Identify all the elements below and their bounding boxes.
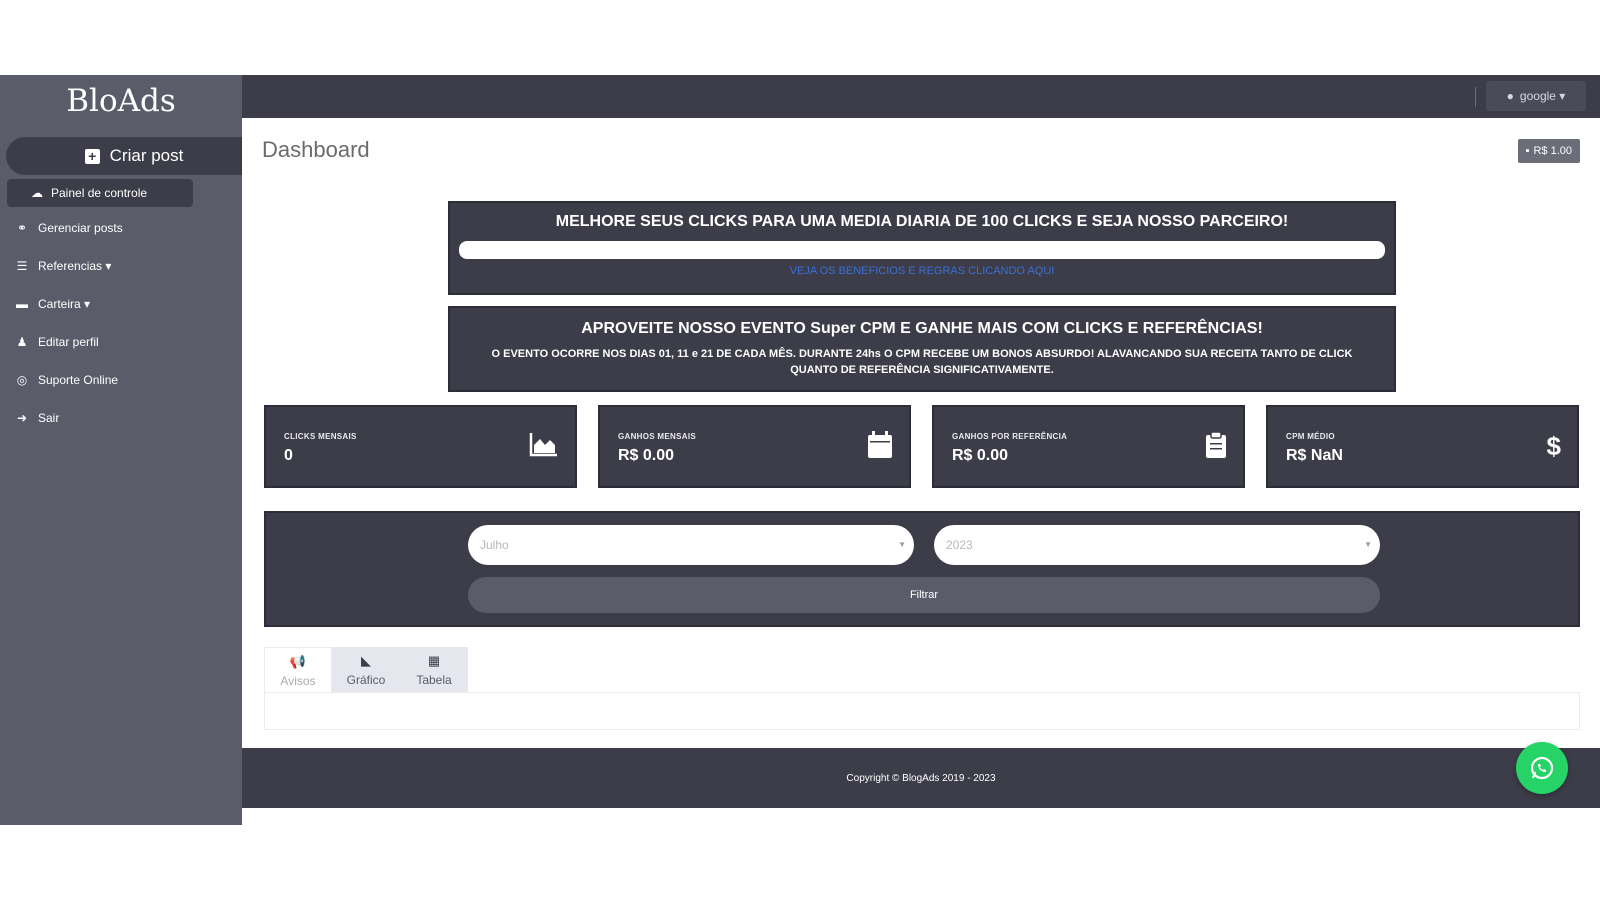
tab-content-panel xyxy=(264,692,1580,730)
plus-icon: + xyxy=(84,148,100,164)
create-post-button[interactable]: + Criar post xyxy=(6,137,242,175)
topbar-divider xyxy=(1475,87,1476,107)
sidebar-item-support[interactable]: ◎ Suporte Online xyxy=(14,368,118,392)
sidebar-item-wallet[interactable]: ▬ Carteira ▾ xyxy=(14,292,90,316)
event-banner-title: APROVEITE NOSSO EVENTO Super CPM E GANHE… xyxy=(581,320,1263,337)
sidebar-item-manage-posts[interactable]: ⚭ Gerenciar posts xyxy=(14,216,123,240)
balance-badge[interactable]: ▪ R$ 1.00 xyxy=(1517,139,1580,163)
balance-value: R$ 1.00 xyxy=(1533,145,1572,157)
page-title: Dashboard xyxy=(262,137,370,162)
tab-label: Tabela xyxy=(416,673,452,687)
footer: Copyright © BlogAds 2019 - 2023 xyxy=(242,748,1600,808)
partner-banner: MELHORE SEUS CLICKS PARA UMA MEDIA DIARI… xyxy=(448,201,1396,295)
chevron-down-icon: ▼ xyxy=(1364,540,1372,549)
month-select[interactable]: Julho ▼ xyxy=(468,525,914,565)
user-circle-icon: ● xyxy=(1506,89,1514,103)
chart-icon: ◣ xyxy=(361,653,371,668)
dollar-icon: $ xyxy=(1546,431,1561,461)
table-icon: ▦ xyxy=(427,653,441,668)
clipboard-icon xyxy=(1205,431,1227,466)
sidebar-item-label: Gerenciar posts xyxy=(38,221,123,235)
stat-card-monthly-earnings: GANHOS MENSAIS R$ 0.00 xyxy=(598,405,911,488)
users-icon: ☰ xyxy=(16,259,28,273)
sidebar-item-label: Carteira ▾ xyxy=(38,297,91,311)
wallet-icon: ▬ xyxy=(16,297,28,311)
tab-table[interactable]: ▦ Tabela xyxy=(400,647,468,693)
calendar-icon xyxy=(867,431,893,466)
event-banner: APROVEITE NOSSO EVENTO Super CPM E GANHE… xyxy=(448,306,1396,392)
sidebar-item-label: Sair xyxy=(38,411,60,425)
app-frame: BloAds + Criar post ☁ Painel de controle… xyxy=(0,75,1600,825)
user-menu-button[interactable]: ● google ▾ xyxy=(1486,81,1586,111)
stat-card-value: R$ 0.00 xyxy=(952,447,1009,464)
sidebar-item-label: Suporte Online xyxy=(38,373,119,387)
sidebar-item-referrals[interactable]: ☰ Referencias ▾ xyxy=(14,254,112,278)
stat-card-referral-earnings: GANHOS POR REFERÊNCIA R$ 0.00 xyxy=(932,405,1245,488)
megaphone-icon: 📢 xyxy=(289,653,307,669)
month-select-value: Julho xyxy=(480,538,509,552)
sidebar: BloAds + Criar post ☁ Painel de controle… xyxy=(0,75,242,825)
year-select[interactable]: 2023 ▼ xyxy=(934,525,1380,565)
user-menu-label: google ▾ xyxy=(1519,89,1566,103)
dashboard-tabs: 📢 Avisos ◣ Gráfico ▦ Tabela xyxy=(264,647,468,693)
stat-card-value: R$ NaN xyxy=(1286,447,1343,464)
benefits-link[interactable]: VEJA OS BENEFICIOS E REGRAS CLICANDO AQU… xyxy=(450,265,1394,277)
sidebar-item-logout[interactable]: ➜ Sair xyxy=(14,406,59,430)
sidebar-item-label: Painel de controle xyxy=(51,186,148,200)
tab-notices[interactable]: 📢 Avisos xyxy=(264,647,332,693)
stat-card-value: 0 xyxy=(284,447,293,464)
wallet-icon: ▪ xyxy=(1525,145,1530,157)
logout-icon: ➜ xyxy=(16,411,28,425)
create-post-label: Criar post xyxy=(109,146,184,165)
stat-card-label: GANHOS POR REFERÊNCIA xyxy=(952,432,1068,441)
partner-progress-bar xyxy=(459,241,1385,259)
link-icon: ⚭ xyxy=(16,221,28,235)
chevron-down-icon: ▼ xyxy=(898,540,906,549)
stat-card-label: CLICKS MENSAIS xyxy=(284,432,357,441)
footer-copyright: Copyright © BlogAds 2019 - 2023 xyxy=(846,772,996,784)
event-banner-text: O EVENTO OCORRE NOS DIAS 01, 11 e 21 DE … xyxy=(491,348,1353,376)
sidebar-item-dashboard[interactable]: ☁ Painel de controle xyxy=(7,179,193,207)
tab-label: Avisos xyxy=(280,673,316,688)
stat-card-label: GANHOS MENSAIS xyxy=(618,432,696,441)
whatsapp-icon: ◎ xyxy=(16,373,28,387)
stat-card-monthly-clicks: CLICKS MENSAIS 0 xyxy=(264,405,577,488)
sidebar-item-label: Referencias ▾ xyxy=(38,259,112,273)
sidebar-item-label: Editar perfil xyxy=(38,335,99,349)
topbar: ● google ▾ xyxy=(242,75,1600,118)
partner-banner-title: MELHORE SEUS CLICKS PARA UMA MEDIA DIARI… xyxy=(555,213,1289,230)
filter-panel: Julho ▼ 2023 ▼ Filtrar xyxy=(264,511,1580,627)
brand-logo[interactable]: BloAds xyxy=(0,83,242,119)
stat-card-average-cpm: CPM MÉDIO R$ NaN $ xyxy=(1266,405,1579,488)
tab-chart[interactable]: ◣ Gráfico xyxy=(332,647,400,693)
whatsapp-chat-button[interactable] xyxy=(1516,742,1568,794)
user-edit-icon: ♟ xyxy=(16,335,28,349)
area-chart-icon xyxy=(529,431,559,464)
filter-button[interactable]: Filtrar xyxy=(468,577,1380,613)
tab-label: Gráfico xyxy=(346,673,386,687)
dashboard-icon: ☁ xyxy=(31,186,43,200)
stat-card-label: CPM MÉDIO xyxy=(1286,432,1335,441)
stat-card-value: R$ 0.00 xyxy=(618,447,675,464)
whatsapp-icon xyxy=(1530,756,1554,780)
sidebar-item-edit-profile[interactable]: ♟ Editar perfil xyxy=(14,330,99,354)
year-select-value: 2023 xyxy=(946,538,973,552)
